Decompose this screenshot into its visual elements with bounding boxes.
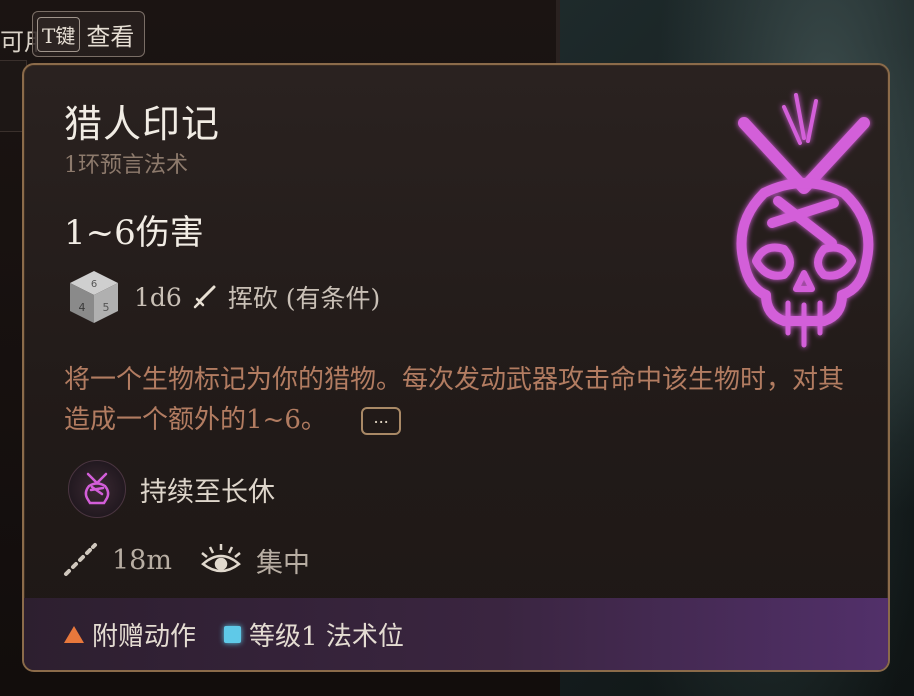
orange-triangle-icon [64,625,84,643]
bonus-action-cost: 附赠动作 [64,616,196,653]
background-divider [556,0,560,70]
spell-description: 将一个生物标记为你的猎物。每次发动武器攻击命中该生物时，对其造成一个额外的1~6… [64,360,844,440]
bonus-action-label: 附赠动作 [92,621,197,652]
concentration-text: 集中 [255,547,310,579]
spell-level-school: 1环预言法术 [64,153,188,178]
range-concentration-row: 18m 集中 [60,540,310,580]
blue-square-icon [224,625,242,643]
range-ruler-icon [64,543,97,576]
concentration-eye-icon [201,544,241,573]
spell-slot-cost: 等级1 法术位 [224,616,404,653]
duration-row: 持续至长休 [68,460,275,518]
spell-tooltip: 猎人印记 1环预言法术 1~6伤害 6 4 5 1d6 挥砍 (有条件) 将一个… [22,63,890,672]
key-hint-key: T键 [37,16,81,52]
action-cost-footer: 附赠动作 等级1 法术位 [24,598,888,670]
damage-dice-row: 6 4 5 1d6 挥砍 (有条件) [64,267,380,327]
hunters-mark-small-icon [68,460,126,518]
description-text: 将一个生物标记为你的猎物。每次发动武器攻击命中该生物时，对其造成一个额外的1~6… [64,365,845,435]
duration-text: 持续至长休 [140,476,275,508]
damage-type: 挥砍 (有条件) [227,284,381,313]
range-text: 18m [112,544,172,576]
sword-slashing-icon [193,285,216,309]
svg-text:5: 5 [103,301,110,314]
d6-die-icon: 6 4 5 [70,271,118,323]
spell-slot-label: 等级1 法术位 [249,621,404,652]
damage-die: 1d6 [134,282,182,312]
svg-text:4: 4 [79,301,86,314]
key-hint-button[interactable]: T键 查看 [32,11,146,57]
svg-text:6: 6 [91,279,97,290]
expand-description-button[interactable]: ... [361,407,402,435]
damage-range: 1~6伤害 [64,213,204,253]
key-hint-label: 查看 [86,22,135,51]
spell-title: 猎人印记 [64,102,221,146]
hunters-mark-skull-icon [736,93,874,348]
